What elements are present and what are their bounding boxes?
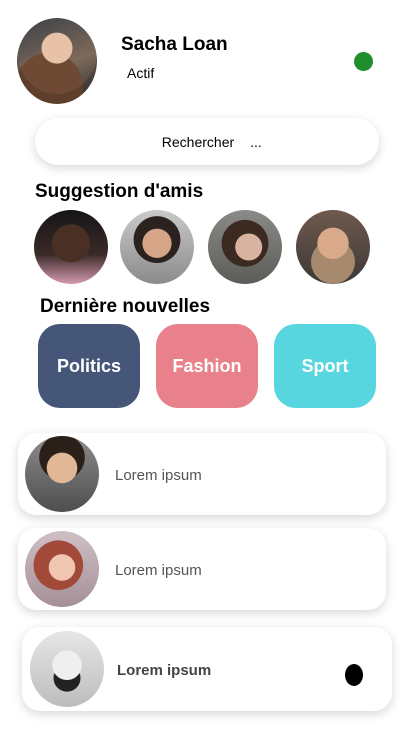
friend-suggestion-avatar[interactable] (208, 210, 282, 284)
news-category-politics[interactable]: Politics (38, 324, 140, 408)
feed-avatar (30, 631, 104, 707)
friend-suggestion-avatar[interactable] (34, 210, 108, 284)
feed-card[interactable]: Lorem ipsum (18, 528, 386, 610)
feed-card[interactable]: Lorem ipsum (22, 627, 392, 711)
latest-news-title: Dernière nouvelles (40, 296, 211, 317)
friend-suggestion-avatar[interactable] (120, 210, 194, 284)
unread-indicator (345, 664, 363, 686)
friend-suggestion-avatar[interactable] (296, 210, 370, 284)
online-status-indicator (354, 52, 373, 71)
news-category-label: Sport (301, 355, 349, 376)
news-category-label: Fashion (172, 355, 242, 376)
search-input[interactable] (152, 132, 237, 151)
feed-avatar (25, 436, 99, 512)
feed-card[interactable]: Lorem ipsum (18, 433, 386, 515)
profile-status: Actif (127, 65, 155, 81)
news-category-label: Politics (56, 355, 122, 376)
search-bar[interactable]: ... (35, 118, 379, 165)
profile-name: Sacha Loan (121, 34, 228, 55)
search-ellipsis: ... (250, 133, 262, 150)
news-category-fashion[interactable]: Fashion (156, 324, 258, 408)
profile-avatar[interactable] (17, 18, 97, 104)
friend-suggestions-title: Suggestion d'amis (35, 181, 204, 202)
news-category-sport[interactable]: Sport (274, 324, 376, 408)
feed-card-text: Lorem ipsum (117, 662, 212, 679)
feed-avatar (25, 531, 99, 607)
feed-card-text: Lorem ipsum (115, 467, 202, 484)
feed-card-text: Lorem ipsum (115, 562, 202, 579)
